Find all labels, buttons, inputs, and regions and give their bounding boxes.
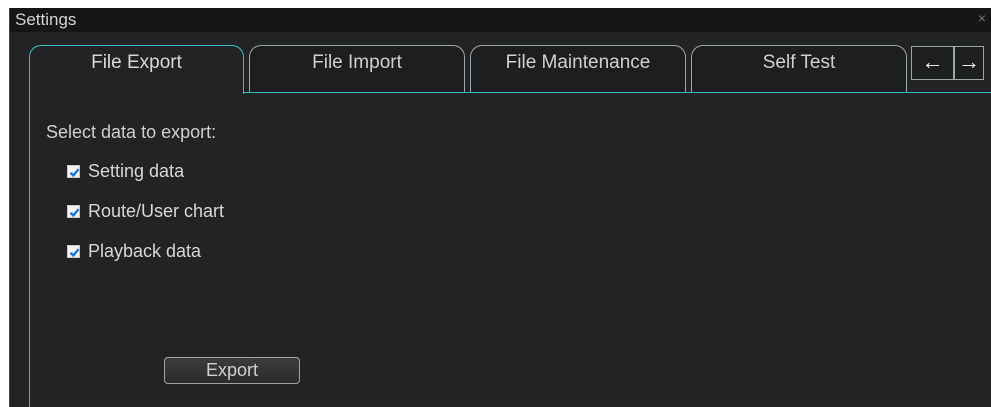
route-user-chart-label: Route/User chart [88, 200, 225, 221]
title-bar: Settings × [10, 8, 991, 32]
arrow-right-icon: → [958, 49, 980, 74]
export-button[interactable]: Export [164, 357, 300, 384]
route-user-chart-checkbox[interactable] [67, 204, 80, 218]
tab-file-export[interactable]: File Export [29, 45, 244, 94]
setting-data-checkbox[interactable] [67, 164, 80, 178]
checkmark-icon [69, 167, 80, 177]
playback-data-checkbox[interactable] [67, 244, 80, 258]
tab-scroll-right-button[interactable]: → [954, 46, 984, 80]
tab-self-test[interactable]: Self Test [691, 45, 907, 93]
setting-data-label: Setting data [88, 160, 185, 181]
tab-bar: File Export File Import File Maintenance… [10, 32, 991, 94]
tab-file-import[interactable]: File Import [249, 45, 465, 93]
tab-file-maintenance[interactable]: File Maintenance [470, 45, 686, 93]
close-icon[interactable]: × [975, 10, 989, 26]
option-route-user-chart[interactable]: Route/User chart [67, 200, 224, 222]
checkmark-icon [69, 247, 80, 257]
export-heading: Select data to export: [46, 122, 217, 142]
tab-scroll-left-button[interactable]: ← [911, 46, 954, 80]
playback-data-label: Playback data [88, 240, 202, 261]
window-title: Settings [15, 10, 77, 29]
arrow-left-icon: ← [921, 49, 944, 74]
option-playback-data[interactable]: Playback data [67, 240, 201, 262]
checkmark-icon [69, 207, 80, 217]
settings-window: Settings × File Export File Import File … [9, 8, 991, 407]
option-setting-data[interactable]: Setting data [67, 160, 184, 182]
